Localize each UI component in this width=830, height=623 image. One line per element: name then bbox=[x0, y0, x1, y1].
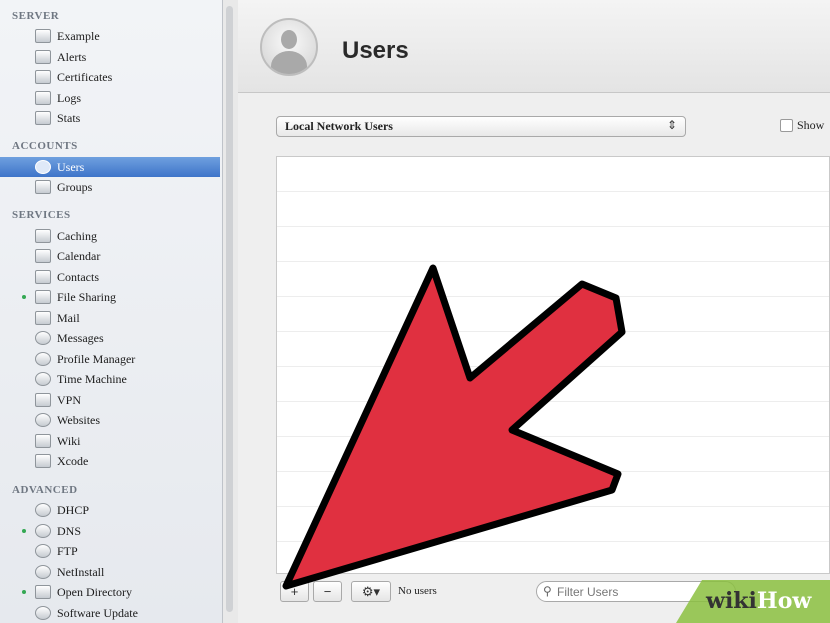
wikihow-watermark: wikiHow bbox=[676, 580, 830, 623]
red-arrow-icon bbox=[282, 264, 626, 590]
wikihow-logo: wikiHow bbox=[706, 588, 812, 614]
